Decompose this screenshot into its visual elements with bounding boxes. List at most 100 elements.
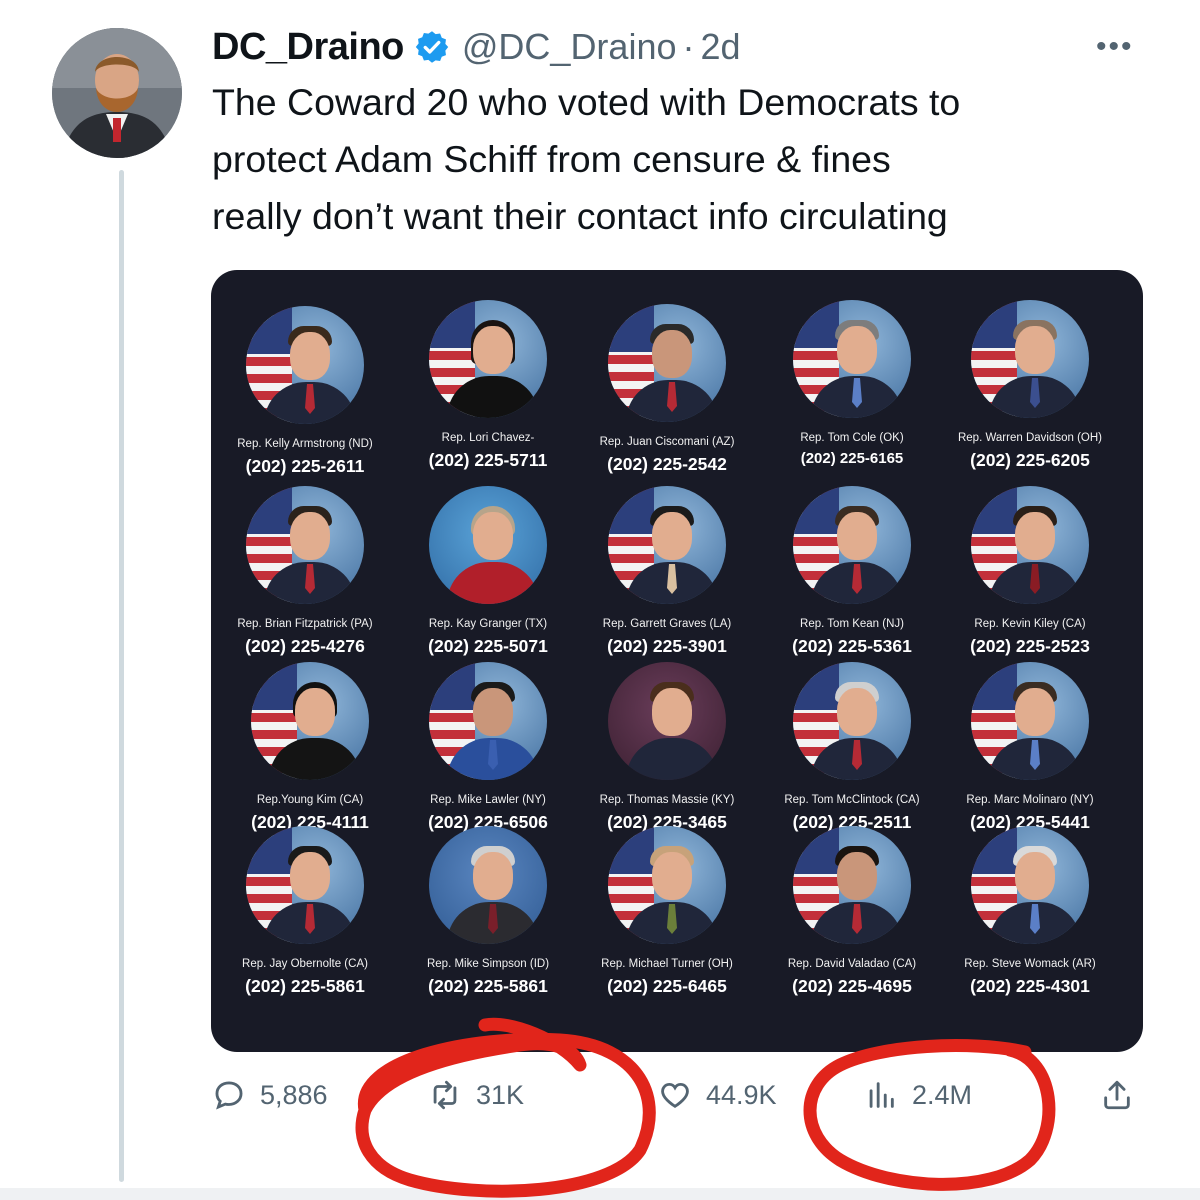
rep-phone: (202) 225-5861 (245, 976, 365, 996)
display-name[interactable]: DC_Draino (212, 26, 404, 69)
rep-card: Rep. Kelly Armstrong (ND) (202) 225-2611 (211, 306, 400, 477)
rep-name: Rep. David Valadao (CA) (787, 958, 917, 970)
rep-portrait (971, 826, 1089, 944)
rep-card: Rep. Tom McClintock (CA) (202) 225-2511 (757, 662, 947, 833)
tweet-text-line: The Coward 20 who voted with Democrats t… (212, 81, 961, 123)
tweet-media[interactable]: Rep. Kelly Armstrong (ND) (202) 225-2611… (211, 270, 1143, 1052)
tweet-text-line: protect Adam Schiff from censure & fines (212, 138, 891, 180)
rep-card: Rep. Brian Fitzpatrick (PA) (202) 225-42… (211, 486, 400, 657)
tweet-text-line: really don’t want their contact info cir… (212, 195, 948, 237)
rep-name: Rep. Kevin Kiley (CA) (974, 618, 1086, 630)
rep-phone: (202) 225-6205 (970, 450, 1090, 470)
rep-portrait (608, 826, 726, 944)
rep-card: Rep.Young Kim (CA) (202) 225-4111 (215, 662, 405, 833)
tweet-header: DC_Draino @DC_Draino · 2d (212, 22, 741, 72)
rep-portrait (793, 826, 911, 944)
divider (0, 1188, 1200, 1200)
rep-portrait (429, 662, 547, 780)
rep-portrait (971, 300, 1089, 418)
rep-name: Rep. Mike Simpson (ID) (426, 958, 550, 970)
rep-phone: (202) 225-5861 (428, 976, 548, 996)
rep-card: Rep. Steve Womack (AR) (202) 225-4301 (935, 826, 1125, 997)
rep-phone: (202) 225-6165 (800, 450, 904, 467)
rep-card: Rep. Mike Simpson (ID) (202) 225-5861 (393, 826, 583, 997)
rep-name: Rep. Tom Cole (OK) (800, 432, 904, 444)
rep-name: Rep. Jay Obernolte (CA) (242, 958, 368, 970)
rep-card: Rep. Kevin Kiley (CA) (202) 225-2523 (935, 486, 1125, 657)
rep-card: Rep. Lori Chavez- (202) 225-5711 (393, 300, 583, 471)
rep-card: Rep. Garrett Graves (LA) (202) 225-3901 (572, 486, 762, 657)
rep-portrait (793, 300, 911, 418)
like-count: 44.9K (706, 1079, 777, 1110)
more-icon[interactable]: ••• (1096, 30, 1134, 64)
repost-icon (433, 1080, 457, 1110)
rep-name: Rep. Mike Lawler (NY) (430, 794, 546, 806)
rep-portrait (971, 486, 1089, 604)
rep-name: Rep. Juan Ciscomani (AZ) (599, 436, 735, 448)
rep-name: Rep. Garrett Graves (LA) (602, 618, 732, 630)
rep-phone: (202) 225-4301 (970, 976, 1090, 996)
rep-name: Rep. Warren Davidson (OH) (957, 432, 1102, 444)
rep-phone: (202) 225-3901 (607, 636, 727, 656)
rep-portrait (608, 486, 726, 604)
rep-portrait (246, 826, 364, 944)
rep-card: Rep. David Valadao (CA) (202) 225-4695 (757, 826, 947, 997)
rep-card: Rep. Juan Ciscomani (AZ) (202) 225-2542 (572, 304, 762, 475)
rep-card: Rep. Tom Cole (OK) (202) 225-6165 (757, 300, 947, 467)
rep-card: Rep. Warren Davidson (OH) (202) 225-6205 (935, 300, 1125, 471)
rep-phone: (202) 225-4276 (245, 636, 365, 656)
rep-phone: (202) 225-5361 (792, 636, 912, 656)
share-icon (1104, 1080, 1130, 1110)
rep-portrait (429, 826, 547, 944)
rep-name: Rep. Thomas Massie (KY) (599, 794, 735, 806)
rep-phone: (202) 225-5071 (428, 636, 548, 656)
rep-card: Rep. Mike Lawler (NY) (202) 225-6506 (393, 662, 583, 833)
heart-icon (661, 1082, 689, 1108)
verified-badge-icon (415, 31, 449, 63)
rep-portrait (246, 486, 364, 604)
share-button[interactable] (1100, 1078, 1148, 1112)
rep-phone: (202) 225-6465 (607, 976, 727, 996)
rep-name: Rep. Steve Womack (AR) (964, 958, 1096, 970)
rep-phone: (202) 225-2523 (970, 636, 1090, 656)
rep-phone: (202) 225-2542 (607, 454, 727, 474)
rep-portrait (793, 662, 911, 780)
reply-button[interactable]: 5,886 (212, 1078, 328, 1112)
rep-name: Rep. Michael Turner (OH) (601, 958, 733, 970)
rep-name: Rep. Brian Fitzpatrick (PA) (237, 618, 373, 630)
rep-portrait (793, 486, 911, 604)
separator-dot: · (682, 26, 695, 67)
action-bar: 5,886 31K 44.9K 2.4M (212, 1078, 1152, 1128)
rep-phone: (202) 225-5711 (428, 450, 548, 470)
rep-card: Rep. Marc Molinaro (NY) (202) 225-5441 (935, 662, 1125, 833)
rep-card: Rep. Jay Obernolte (CA) (202) 225-5861 (211, 826, 400, 997)
like-button[interactable]: 44.9K (658, 1078, 777, 1112)
rep-name: Rep.Young Kim (CA) (256, 794, 364, 806)
rep-card: Rep. Kay Granger (TX) (202) 225-5071 (393, 486, 583, 657)
rep-card: Rep. Thomas Massie (KY) (202) 225-3465 (572, 662, 762, 833)
views-button[interactable]: 2.4M (864, 1078, 972, 1112)
views-count: 2.4M (912, 1079, 973, 1110)
rep-portrait (251, 662, 369, 780)
rep-portrait (608, 304, 726, 422)
repost-button[interactable]: 31K (428, 1078, 524, 1112)
rep-name: Rep. Tom Kean (NJ) (800, 618, 904, 630)
reply-icon (215, 1081, 243, 1110)
rep-portrait (429, 486, 547, 604)
avatar-image (52, 28, 182, 158)
author-handle[interactable]: @DC_Draino (462, 26, 677, 68)
rep-name: Rep. Kay Granger (TX) (428, 618, 548, 630)
tweet-text: The Coward 20 who voted with Democrats t… (212, 74, 1162, 245)
rep-portrait (246, 306, 364, 424)
rep-portrait (429, 300, 547, 418)
reply-count: 5,886 (260, 1079, 328, 1110)
repost-count: 31K (476, 1079, 525, 1110)
rep-phone: (202) 225-4695 (792, 976, 912, 996)
rep-portrait (608, 662, 726, 780)
timestamp[interactable]: 2d (701, 26, 741, 68)
rep-name: Rep. Tom McClintock (CA) (784, 794, 920, 806)
rep-name: Rep. Marc Molinaro (NY) (966, 794, 1094, 806)
rep-phone: (202) 225-2611 (245, 456, 365, 476)
author-avatar[interactable] (52, 28, 182, 158)
rep-name: Rep. Lori Chavez- (441, 432, 535, 444)
